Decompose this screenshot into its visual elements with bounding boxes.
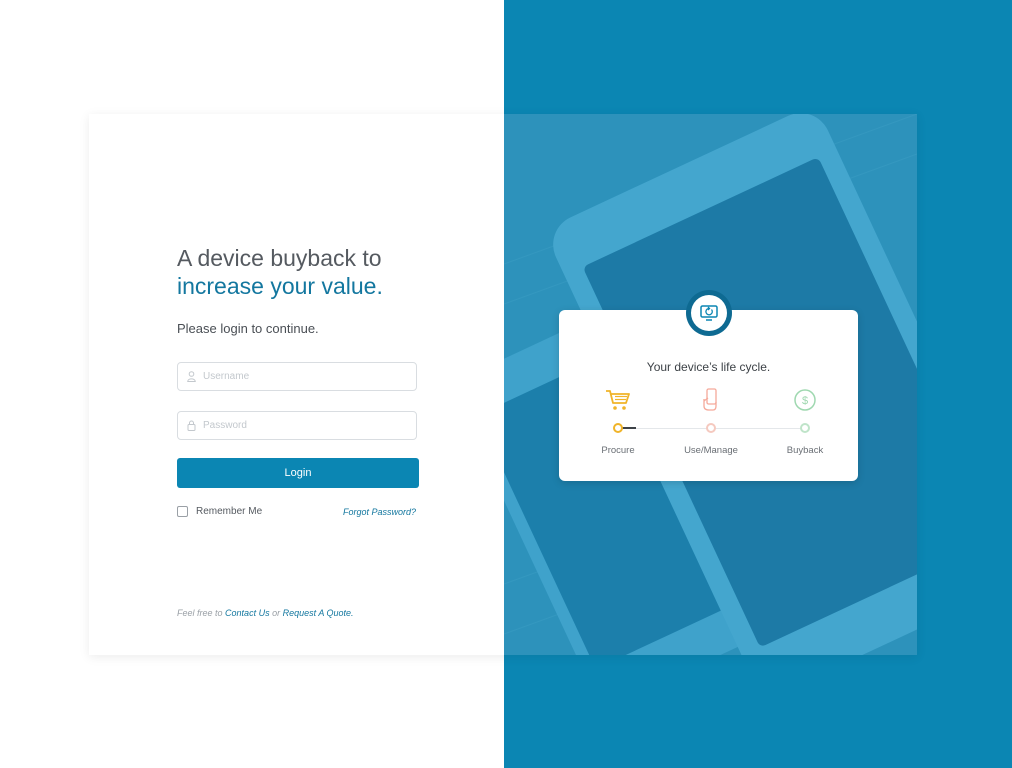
cart-icon (605, 387, 631, 413)
forgot-password-link[interactable]: Forgot Password? (343, 507, 416, 517)
footer-prefix: Feel free to (177, 608, 223, 618)
lifecycle-title: Your device’s life cycle. (646, 360, 771, 374)
procure-node (613, 423, 623, 433)
footer-text: Feel free to Contact Us or Request A Quo… (177, 608, 354, 618)
lifecycle-card: Your device’s life cycle. $ Procure Use/… (559, 290, 858, 481)
dollar-coin-icon: $ (792, 387, 818, 413)
hero-panel: Your device’s life cycle. $ Procure Use/… (504, 114, 917, 655)
buyback-node (800, 423, 810, 433)
user-icon (187, 371, 197, 383)
lock-icon (187, 420, 197, 432)
step-label-procure: Procure (601, 445, 635, 456)
login-button[interactable]: Login (177, 458, 419, 488)
login-subtitle: Please login to continue. (177, 321, 319, 336)
headline-line1: A device buyback to (177, 245, 382, 271)
monitor-refresh-icon (691, 295, 727, 331)
lifecycle-badge (686, 290, 732, 336)
remember-label: Remember Me (196, 506, 263, 517)
footer-or: or (272, 608, 281, 618)
remember-me[interactable]: Remember Me (177, 506, 262, 517)
headline-accent: increase your value (177, 273, 377, 299)
svg-text:$: $ (802, 395, 808, 407)
page-title: A device buyback to increase your value. (177, 244, 383, 300)
password-input[interactable] (203, 420, 416, 431)
contact-us-link[interactable]: Contact Us (225, 608, 270, 618)
request-quote-link[interactable]: Request A Quote. (283, 608, 354, 618)
step-label-use-manage: Use/Manage (684, 445, 738, 456)
username-field[interactable] (177, 362, 417, 391)
lifecycle-progress (622, 427, 636, 429)
use-manage-node (706, 423, 716, 433)
step-label-buyback: Buyback (786, 445, 824, 456)
remember-checkbox[interactable] (177, 506, 188, 517)
login-card: A device buyback to increase your value.… (89, 114, 917, 655)
headline-period: . (376, 273, 383, 299)
login-panel: A device buyback to increase your value.… (89, 114, 504, 655)
hand-phone-icon (698, 387, 724, 413)
username-input[interactable] (203, 371, 416, 382)
password-field[interactable] (177, 411, 417, 440)
